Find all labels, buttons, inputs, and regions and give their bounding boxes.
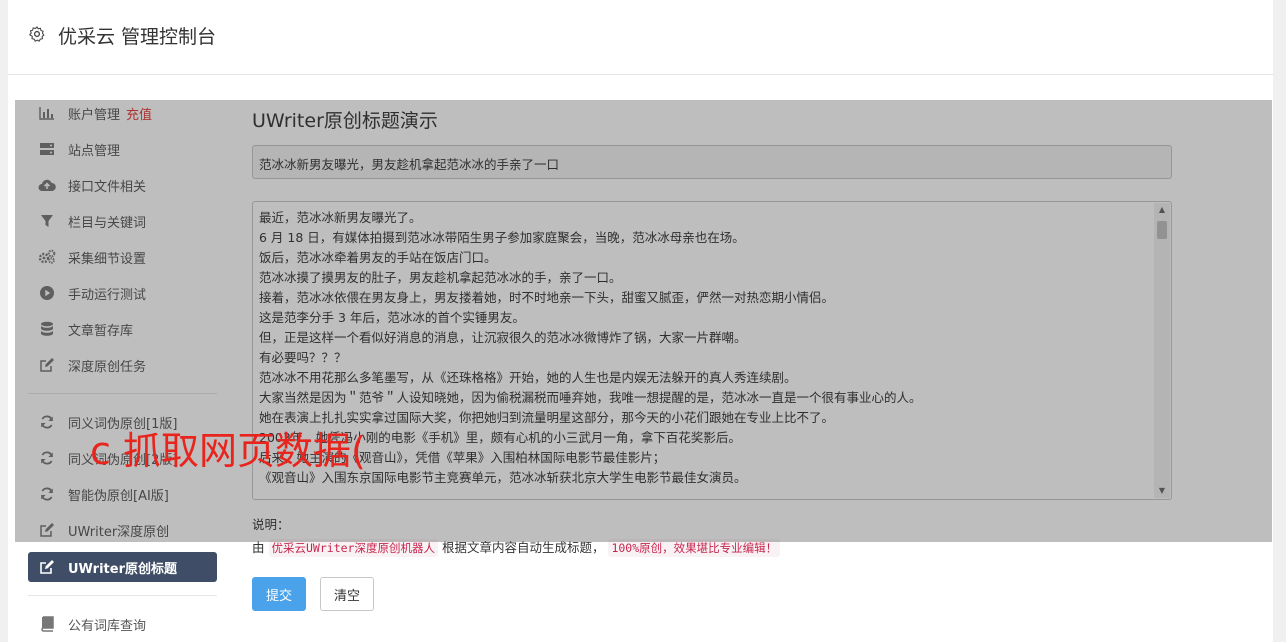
- submit-button[interactable]: 提交: [252, 577, 306, 611]
- article-text: 最近，范冰冰新男友曝光了。 6 月 18 日，有媒体拍摄到范冰冰带陌生男子参加家庭…: [259, 208, 1149, 488]
- clear-button[interactable]: 清空: [320, 577, 374, 611]
- server-icon: [38, 141, 56, 157]
- watermark-text: c 抓取网页数据(: [90, 429, 366, 473]
- play-circle-icon: [38, 285, 56, 301]
- title-input[interactable]: 范冰冰新男友曝光，男友趁机拿起范冰冰的手亲了一口: [252, 145, 1172, 179]
- scroll-thumb[interactable]: [1157, 221, 1167, 239]
- bar-chart-icon: [38, 105, 56, 121]
- product-name-code: 优采云UWriter深度原创机器人: [268, 539, 438, 557]
- edit-icon: [38, 559, 56, 575]
- article-textarea[interactable]: 最近，范冰冰新男友曝光了。 6 月 18 日，有媒体拍摄到范冰冰带陌生男子参加家庭…: [252, 201, 1172, 500]
- scroll-down-icon[interactable]: ▼: [1154, 484, 1170, 498]
- sidebar-item-label: 文章暂存库: [68, 323, 134, 339]
- article-line: 接着，范冰冰依偎在男友身上，男友搂着她，时不时地亲一下头，甜蜜又腻歪，俨然一对热…: [259, 290, 835, 305]
- description-prefix: 由: [252, 540, 265, 555]
- sidebar-item-manual-run[interactable]: 手动运行测试: [28, 278, 217, 308]
- textarea-scrollbar[interactable]: ▲ ▼: [1154, 203, 1170, 498]
- edit-icon: [38, 357, 56, 373]
- gear-icon: [29, 26, 45, 42]
- app-header: 优采云 管理控制台: [8, 0, 1273, 75]
- sidebar-item-label: 深度原创任务: [68, 359, 147, 375]
- sidebar-item-uwriter-title[interactable]: UWriter原创标题: [28, 552, 217, 582]
- sidebar-item-label: 公有词库查询: [68, 618, 147, 634]
- article-line: 2003年，她凭冯小刚的电影《手机》里，颇有心机的小三武月一角，拿下百花奖影后。: [259, 430, 741, 445]
- article-line: 她在表演上扎扎实实拿过国际大奖，你把她归到流量明星这部分，那今天的小花们跟她在专…: [259, 410, 835, 425]
- sidebar-item-label: 站点管理: [68, 143, 121, 159]
- sidebar-item-label: UWriter深度原创: [68, 524, 170, 540]
- article-line: 范冰冰摸了摸男友的肚子，男友趁机拿起范冰冰的手，亲了一口。: [259, 270, 622, 285]
- article-line: 后来，她主演的《观音山》，凭借《苹果》入围柏林国际电影节最佳影片；: [259, 450, 666, 465]
- sidebar-item-label: 手动运行测试: [68, 287, 147, 303]
- article-line: 有必要吗？？？: [259, 350, 347, 365]
- sidebar-item-label: 智能伪原创[AI版]: [68, 488, 169, 504]
- cogs-icon: [38, 249, 56, 265]
- refresh-icon: [38, 414, 56, 430]
- article-line: 范冰冰不用花那么多笔墨写，从《还珠格格》开始，她的人生也是内娱无法躲开的真人秀连…: [259, 370, 797, 385]
- sidebar-item-public-lexicon[interactable]: 公有词库查询: [28, 609, 217, 639]
- sidebar-divider: [28, 393, 217, 394]
- sidebar-item-api-files[interactable]: 接口文件相关: [28, 170, 217, 200]
- filter-icon: [38, 213, 56, 229]
- app-title: 优采云 管理控制台: [58, 26, 217, 48]
- sidebar-item-deep-original-tasks[interactable]: 深度原创任务: [28, 350, 217, 380]
- sidebar-item-sites[interactable]: 站点管理: [28, 134, 217, 164]
- description-label: 说明：: [252, 517, 290, 532]
- sidebar-item-collect-settings[interactable]: 采集细节设置: [28, 242, 217, 272]
- sidebar-item-label: 栏目与关键词: [68, 215, 147, 231]
- article-line: 饭后，范冰冰牵着男友的手站在饭店门口。: [259, 250, 497, 265]
- description-middle: 根据文章内容自动生成标题，: [441, 540, 605, 555]
- book-icon: [38, 616, 56, 632]
- database-icon: [38, 321, 56, 337]
- edit-icon: [38, 522, 56, 538]
- page-title: UWriter原创标题演示: [252, 110, 438, 132]
- sidebar-item-account[interactable]: 账户管理 充值: [28, 98, 217, 128]
- article-line: 《观音山》入围东京国际电影节主竞赛单元，范冰冰斩获北京大学生电影节最佳女演员。: [259, 470, 747, 485]
- sidebar-item-label: 账户管理: [68, 107, 121, 123]
- article-line: 但，正是这样一个看似好消息的消息，让沉寂很久的范冰冰微博炸了锅，大家一片群嘲。: [259, 330, 747, 345]
- article-line: 6 月 18 日，有媒体拍摄到范冰冰带陌生男子参加家庭聚会，当晚，范冰冰母亲也在…: [259, 230, 745, 245]
- refresh-icon: [38, 486, 56, 502]
- recharge-link[interactable]: 充值: [126, 104, 152, 123]
- article-line: 这是范李分手 3 年后，范冰冰的首个实锤男友。: [259, 310, 525, 325]
- sidebar-item-label: 采集细节设置: [68, 251, 147, 267]
- sidebar-item-label: 接口文件相关: [68, 179, 147, 195]
- sidebar-item-article-store[interactable]: 文章暂存库: [28, 314, 217, 344]
- sidebar-divider: [28, 595, 217, 596]
- sidebar-item-columns-keywords[interactable]: 栏目与关键词: [28, 206, 217, 236]
- highlight-code: 100%原创，效果堪比专业编辑！: [608, 539, 781, 557]
- sidebar-item-label: UWriter原创标题: [68, 561, 177, 577]
- description-text: 由 优采云UWriter深度原创机器人 根据文章内容自动生成标题， 100%原创…: [252, 537, 781, 557]
- sidebar-item-uwriter-deep[interactable]: UWriter深度原创: [28, 515, 217, 545]
- refresh-icon: [38, 450, 56, 466]
- scroll-up-icon[interactable]: ▲: [1154, 203, 1170, 217]
- article-line: 最近，范冰冰新男友曝光了。: [259, 210, 422, 225]
- sidebar-item-ai-rewrite[interactable]: 智能伪原创[AI版]: [28, 479, 217, 509]
- cloud-upload-icon: [38, 177, 56, 193]
- article-line: 大家当然是因为＂范爷＂人设知晓她，因为偷税漏税而唾弃她，我唯一想提醒的是，范冰冰…: [259, 390, 922, 405]
